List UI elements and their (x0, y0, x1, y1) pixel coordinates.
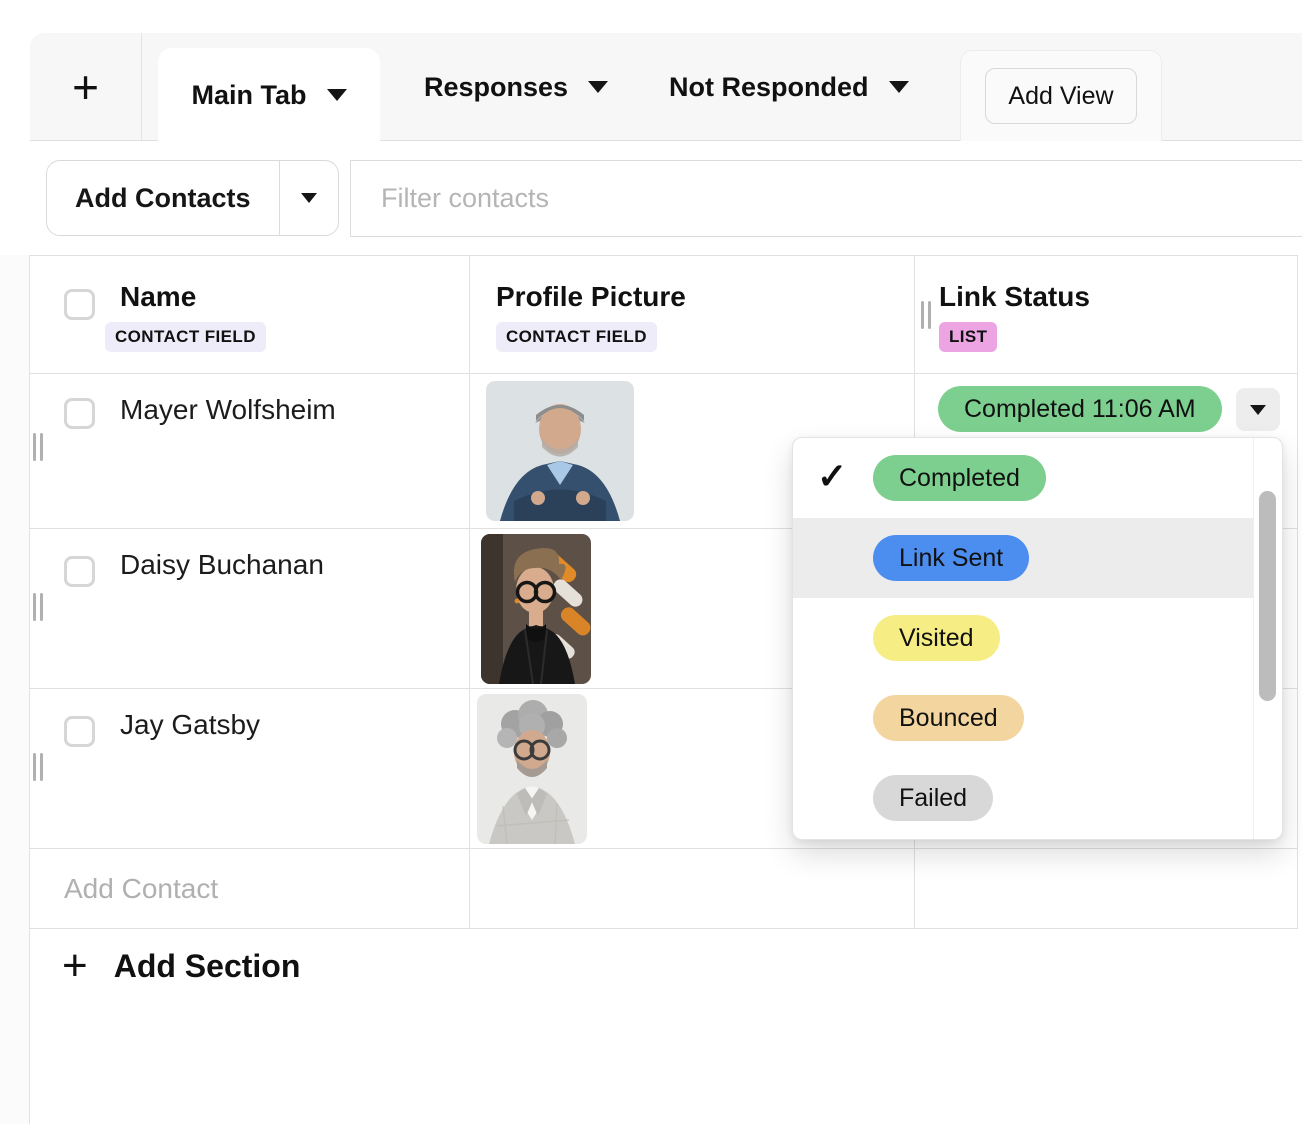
status-option-pill: Failed (873, 775, 993, 821)
contact-name: Mayer Wolfsheim (120, 394, 336, 426)
name-cell[interactable]: Mayer Wolfsheim (30, 374, 470, 528)
select-all-checkbox[interactable] (64, 289, 95, 320)
add-contact-row[interactable]: Add Contact (30, 849, 1298, 929)
table-header-row: Name CONTACT FIELD Profile Picture CONTA… (30, 256, 1298, 374)
chevron-down-icon[interactable] (327, 89, 347, 101)
add-section-label: Add Section (114, 948, 301, 985)
tab-main-tab[interactable]: Main Tab (158, 48, 380, 142)
status-option-pill: Link Sent (873, 535, 1029, 581)
status-option-pill: Completed (873, 455, 1046, 501)
menu-item-completed[interactable]: ✓ Completed (793, 438, 1282, 518)
name-cell[interactable]: Daisy Buchanan (30, 529, 470, 688)
column-type-badge: LIST (939, 322, 997, 352)
left-rail (0, 255, 30, 1124)
empty-cell (470, 849, 915, 928)
tab-label: Not Responded (669, 72, 869, 103)
menu-item-visited[interactable]: Visited (793, 598, 1282, 678)
column-title: Profile Picture (496, 281, 686, 313)
add-view-panel: Add View (960, 50, 1162, 141)
add-section-button[interactable]: + Add Section (62, 944, 300, 988)
add-contacts-button[interactable]: Add Contacts (47, 161, 280, 235)
column-type-badge: CONTACT FIELD (496, 322, 657, 352)
add-contact-cell[interactable]: Add Contact (30, 849, 470, 928)
row-drag-handle[interactable] (33, 593, 45, 621)
add-tab-button[interactable]: + (30, 33, 142, 140)
empty-cell (915, 849, 1298, 928)
menu-item-bounced[interactable]: Bounced (793, 678, 1282, 758)
column-type-badge: CONTACT FIELD (105, 322, 266, 352)
status-dropdown-button[interactable] (1236, 388, 1280, 431)
add-contacts-split-button: Add Contacts (46, 160, 339, 236)
status-option-pill: Bounced (873, 695, 1024, 741)
profile-photo (477, 694, 587, 844)
add-contacts-dropdown-button[interactable] (280, 161, 338, 235)
menu-item-link-sent[interactable]: Link Sent (793, 518, 1253, 598)
contact-name: Jay Gatsby (120, 709, 260, 741)
menu-item-failed[interactable]: Failed (793, 758, 1282, 838)
row-checkbox[interactable] (64, 556, 95, 587)
profile-photo (486, 381, 634, 521)
status-option-pill: Visited (873, 615, 1000, 661)
chevron-down-icon (301, 193, 317, 203)
plus-icon: + (72, 64, 99, 110)
tab-responses[interactable]: Responses (424, 33, 608, 141)
column-title: Name (120, 281, 196, 313)
view-tab-bar: + Main Tab Responses Not Responded Add V… (30, 33, 1302, 141)
chevron-down-icon[interactable] (889, 81, 909, 93)
contact-name: Daisy Buchanan (120, 549, 324, 581)
filter-contacts-input[interactable] (350, 160, 1302, 237)
tab-not-responded[interactable]: Not Responded (669, 33, 909, 141)
check-icon: ✓ (817, 455, 847, 497)
link-status-menu: ✓ Completed Link Sent Visited Bounced Fa… (792, 437, 1283, 840)
row-drag-handle[interactable] (33, 433, 45, 461)
row-checkbox[interactable] (64, 398, 95, 429)
row-checkbox[interactable] (64, 716, 95, 747)
header-cell-link-status: Link Status LIST (915, 256, 1298, 373)
header-cell-name: Name CONTACT FIELD (30, 256, 470, 373)
status-pill[interactable]: Completed 11:06 AM (938, 386, 1222, 432)
chevron-down-icon[interactable] (588, 81, 608, 93)
chevron-down-icon (1250, 405, 1266, 415)
plus-icon: + (62, 944, 88, 988)
name-cell[interactable]: Jay Gatsby (30, 689, 470, 848)
add-view-button[interactable]: Add View (985, 68, 1137, 124)
header-cell-profile-picture: Profile Picture CONTACT FIELD (470, 256, 915, 373)
row-drag-handle[interactable] (33, 753, 45, 781)
add-contact-placeholder: Add Contact (64, 873, 218, 905)
tab-label: Responses (424, 72, 568, 103)
column-title: Link Status (939, 281, 1090, 313)
column-drag-handle[interactable] (921, 301, 931, 329)
profile-photo (481, 534, 591, 684)
app-canvas: + Main Tab Responses Not Responded Add V… (0, 0, 1302, 1124)
scrollbar-thumb[interactable] (1259, 491, 1276, 701)
tab-label: Main Tab (191, 80, 306, 111)
